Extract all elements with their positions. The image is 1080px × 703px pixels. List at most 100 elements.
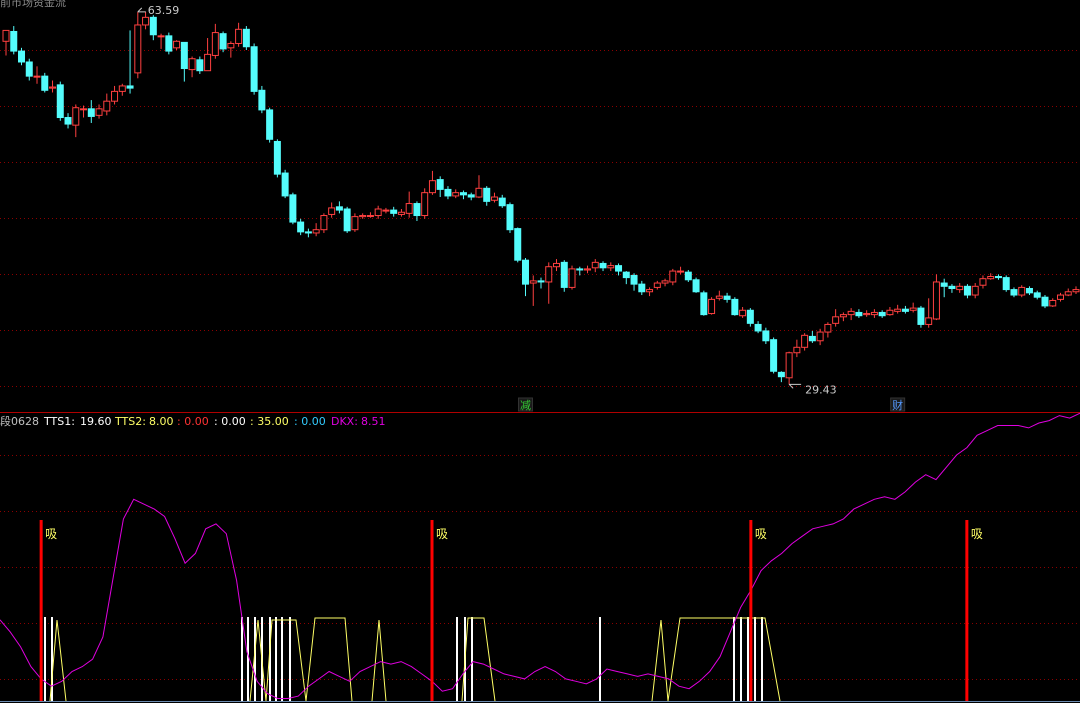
tts2-line bbox=[651, 617, 781, 702]
candle bbox=[708, 297, 716, 315]
candle bbox=[963, 284, 971, 299]
candle bbox=[1064, 288, 1072, 297]
candle bbox=[669, 268, 677, 286]
candle bbox=[894, 304, 902, 314]
candle bbox=[266, 107, 274, 143]
tts2-line bbox=[249, 617, 353, 702]
candle bbox=[793, 339, 801, 358]
white-value: : 0.00 bbox=[214, 415, 246, 428]
candle bbox=[917, 305, 925, 328]
candlestick-series bbox=[2, 11, 1080, 385]
candle bbox=[568, 265, 576, 290]
tts2-line bbox=[461, 617, 496, 702]
indicator-name: 段0628 bbox=[0, 414, 39, 428]
candle bbox=[250, 43, 258, 95]
candle bbox=[677, 266, 685, 275]
tts2-value: 8.00 bbox=[149, 415, 174, 428]
candle bbox=[359, 213, 367, 219]
candle bbox=[18, 47, 26, 66]
candle bbox=[863, 310, 871, 317]
candle bbox=[700, 290, 708, 316]
indicator-signals: 吸吸吸吸吸 bbox=[39, 520, 983, 701]
candle bbox=[607, 262, 615, 272]
candle bbox=[932, 274, 940, 321]
candle bbox=[25, 58, 33, 81]
candle bbox=[149, 15, 157, 41]
candle bbox=[351, 213, 359, 232]
candle bbox=[428, 170, 436, 195]
blue-value: : 0.00 bbox=[294, 415, 326, 428]
low-pointer bbox=[788, 383, 802, 389]
candle bbox=[273, 139, 281, 178]
absorb-signal: 吸 bbox=[749, 520, 767, 701]
red-value: : 0.00 bbox=[177, 415, 209, 428]
candle bbox=[10, 26, 18, 55]
candle bbox=[1018, 285, 1026, 298]
candle bbox=[909, 302, 917, 313]
candle bbox=[490, 192, 498, 203]
event-marker-label: 减 bbox=[520, 399, 531, 412]
indicator-bars bbox=[44, 617, 781, 702]
candle bbox=[41, 72, 49, 93]
candle bbox=[118, 83, 126, 96]
event-marker: 财 bbox=[890, 397, 906, 412]
window-title: 前市场资金流 bbox=[0, 0, 66, 9]
candle bbox=[839, 312, 847, 322]
candle bbox=[684, 269, 692, 282]
candle bbox=[746, 308, 754, 327]
candle bbox=[529, 275, 537, 306]
signal-label: 吸 bbox=[45, 527, 57, 541]
candle bbox=[374, 205, 382, 219]
candle bbox=[56, 81, 64, 121]
candle bbox=[1049, 298, 1057, 308]
candle bbox=[599, 261, 607, 272]
candle bbox=[320, 213, 328, 233]
candle bbox=[366, 212, 374, 218]
candle bbox=[1072, 286, 1080, 294]
grid-lines bbox=[0, 50, 1080, 702]
candle bbox=[219, 31, 227, 53]
candle bbox=[584, 265, 592, 274]
candle bbox=[413, 201, 421, 221]
candle bbox=[33, 66, 41, 84]
candle bbox=[235, 22, 243, 47]
candle bbox=[87, 100, 95, 123]
tts1-label: TTS1: bbox=[43, 415, 75, 428]
candle bbox=[397, 208, 405, 217]
candle bbox=[754, 321, 762, 334]
candle bbox=[925, 298, 933, 328]
candle bbox=[180, 41, 188, 82]
signal-label: 吸 bbox=[436, 527, 448, 541]
candle bbox=[870, 309, 878, 318]
candle bbox=[436, 176, 444, 198]
event-markers: 减财涨$ bbox=[517, 397, 906, 412]
signal-label: 吸 bbox=[755, 527, 767, 541]
candle bbox=[211, 23, 219, 59]
candle bbox=[847, 308, 855, 321]
candle bbox=[723, 292, 731, 303]
candle bbox=[444, 186, 452, 200]
tts1-value: 19.60 bbox=[80, 415, 112, 428]
absorb-signal: 吸 bbox=[965, 520, 983, 701]
candle bbox=[801, 333, 809, 351]
candle bbox=[878, 310, 886, 318]
candle bbox=[948, 284, 956, 293]
candle bbox=[646, 287, 654, 297]
signal-label: 吸 bbox=[971, 527, 983, 541]
candle bbox=[204, 38, 212, 72]
candle bbox=[72, 104, 80, 138]
candle bbox=[855, 309, 863, 318]
candle bbox=[258, 85, 266, 114]
candle bbox=[1010, 287, 1018, 298]
candle bbox=[545, 262, 553, 304]
high-price-label: 63.59 bbox=[148, 4, 180, 17]
candle bbox=[297, 218, 305, 236]
candle bbox=[591, 259, 599, 273]
candle bbox=[173, 40, 181, 51]
candle bbox=[1041, 295, 1049, 309]
indicator-header: 段0628 TTS1: 19.60 TTS2: 8.00 : 0.00 : 0.… bbox=[0, 414, 386, 428]
dkx-label: DKX: bbox=[331, 415, 358, 428]
candle bbox=[560, 260, 568, 292]
tts2-label: TTS2: bbox=[114, 415, 146, 428]
candle bbox=[785, 351, 793, 385]
